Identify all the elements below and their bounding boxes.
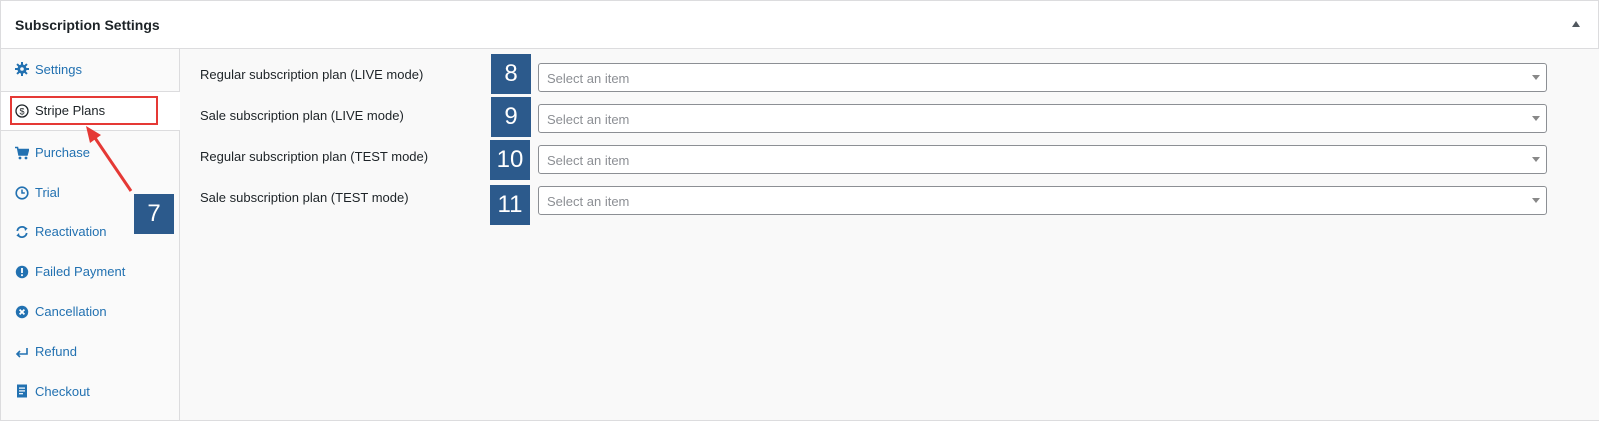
panel-title: Subscription Settings (15, 17, 160, 33)
panel-header: Subscription Settings (1, 1, 1598, 49)
chevron-down-icon (1532, 75, 1540, 80)
sidebar-item-label: Refund (35, 344, 77, 359)
select-placeholder: Select an item (547, 112, 630, 127)
chevron-down-icon (1532, 198, 1540, 203)
sale-live-plan-select[interactable]: Select an item (538, 104, 1547, 133)
annotation-badge-8: 8 (491, 54, 531, 94)
document-icon (15, 384, 29, 398)
sidebar-item-failed-payment[interactable]: Failed Payment (1, 251, 179, 291)
sale-test-plan-select[interactable]: Select an item (538, 186, 1547, 215)
regular-test-plan-label: Regular subscription plan (TEST mode) (200, 149, 429, 164)
regular-live-plan-label: Regular subscription plan (LIVE mode) (200, 67, 424, 82)
sale-test-plan-label: Sale subscription plan (TEST mode) (200, 190, 409, 205)
annotation-badge-7: 7 (134, 194, 174, 234)
sidebar-item-checkout[interactable]: Checkout (1, 371, 179, 411)
select-placeholder: Select an item (547, 153, 630, 168)
annotation-badge-9: 9 (491, 97, 531, 137)
clock-icon (15, 186, 29, 200)
sidebar-item-label: Reactivation (35, 224, 107, 239)
sidebar-item-label: Failed Payment (35, 264, 126, 279)
sidebar-item-refund[interactable]: Refund (1, 331, 179, 371)
sale-live-plan-label: Sale subscription plan (LIVE mode) (200, 108, 404, 123)
select-placeholder: Select an item (547, 194, 630, 209)
sidebar-item-label: Cancellation (35, 304, 107, 319)
sidebar-item-label: Settings (35, 62, 82, 77)
regular-live-plan-select[interactable]: Select an item (538, 63, 1547, 92)
sidebar-item-label: Trial (35, 185, 60, 200)
sidebar-item-settings[interactable]: Settings (1, 49, 179, 89)
x-circle-icon (15, 305, 29, 319)
sidebar-item-cancellation[interactable]: Cancellation (1, 291, 179, 331)
exclamation-circle-icon (15, 265, 29, 279)
sidebar-item-label: Checkout (35, 384, 90, 399)
gear-icon (15, 62, 29, 76)
annotation-badge-11: 11 (490, 185, 530, 225)
annotation-arrow (86, 126, 133, 192)
chevron-down-icon (1532, 157, 1540, 162)
annotation-badge-10: 10 (490, 140, 530, 180)
cart-icon (15, 146, 29, 160)
subscription-settings-panel: Subscription Settings Settings $ Stripe … (0, 0, 1599, 421)
triangle-up-icon[interactable] (1568, 16, 1584, 32)
select-placeholder: Select an item (547, 71, 630, 86)
refresh-icon (15, 225, 29, 239)
stripe-plans-highlight (10, 96, 158, 125)
chevron-down-icon (1532, 116, 1540, 121)
return-arrow-icon (15, 345, 29, 359)
regular-test-plan-select[interactable]: Select an item (538, 145, 1547, 174)
